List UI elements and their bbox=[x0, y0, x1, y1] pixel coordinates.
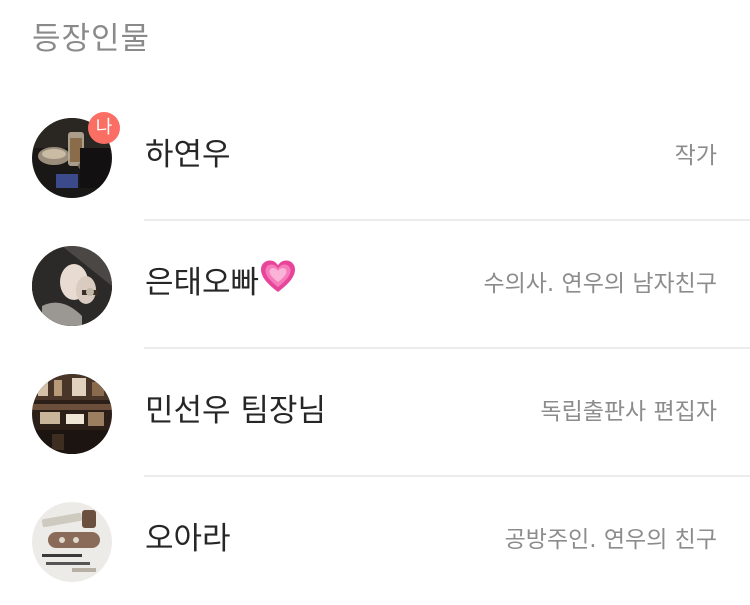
me-badge: 나 bbox=[88, 112, 120, 144]
character-name: 오아라 bbox=[145, 521, 231, 557]
character-row[interactable]: 민선우 팀장님 독립출판사 편집자 bbox=[0, 349, 750, 477]
character-name: 은태오빠 bbox=[145, 260, 296, 305]
avatar-container bbox=[32, 374, 112, 454]
character-name-text: 은태오빠 bbox=[145, 265, 260, 301]
bookstore-photo-avatar[interactable] bbox=[32, 374, 112, 454]
avatar-container bbox=[32, 502, 112, 582]
holding-hands-photo-avatar[interactable] bbox=[32, 246, 112, 326]
growing-heart-emoji-icon bbox=[260, 259, 296, 305]
character-row[interactable]: 오아라 공방주인. 연우의 친구 bbox=[0, 477, 750, 605]
avatar-container: 나 bbox=[32, 112, 120, 198]
character-row[interactable]: 나 하연우 작가 bbox=[0, 93, 750, 221]
character-row[interactable]: 은태오빠 수의사. 연우의 남자친구 bbox=[0, 221, 750, 349]
character-role: 수의사. 연우의 남자친구 bbox=[483, 271, 717, 297]
character-name: 하연우 bbox=[145, 137, 231, 173]
avatar-container bbox=[32, 246, 112, 326]
craft-tools-photo-avatar[interactable] bbox=[32, 502, 112, 582]
character-role: 독립출판사 편집자 bbox=[540, 399, 717, 425]
character-role: 공방주인. 연우의 친구 bbox=[504, 527, 717, 553]
section-title: 등장인물 bbox=[32, 21, 151, 57]
character-list: 나 하연우 작가 은태오빠 수의사. 연우의 남자친구 민선우 팀장님 독립출판… bbox=[0, 93, 750, 605]
character-name: 민선우 팀장님 bbox=[145, 393, 326, 429]
character-role: 작가 bbox=[674, 143, 717, 169]
